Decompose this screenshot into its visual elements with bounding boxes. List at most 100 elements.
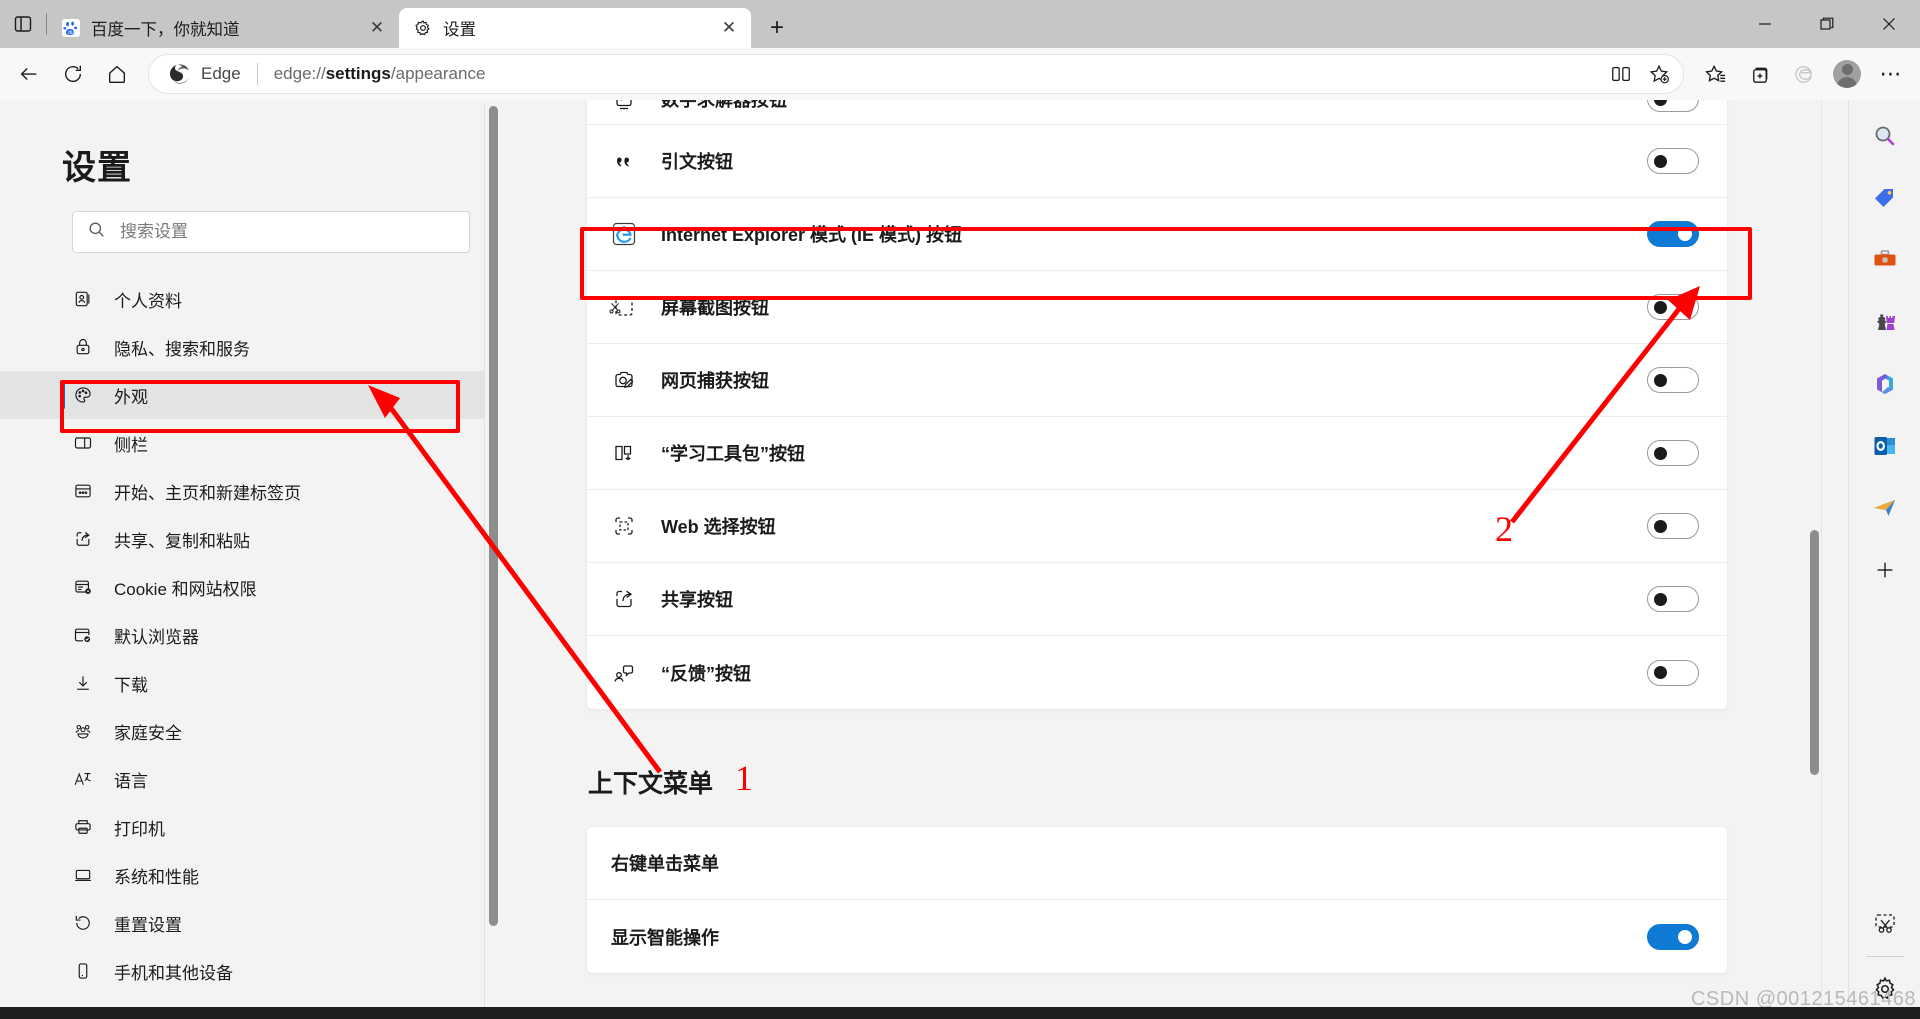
reset-icon bbox=[72, 912, 94, 934]
toggle-ie-mode[interactable] bbox=[1647, 221, 1699, 247]
sidebar-item-default-browser[interactable]: 默认浏览器 bbox=[0, 611, 500, 659]
sidebar-item-label: 共享、复制和粘贴 bbox=[114, 527, 250, 552]
outlook-icon[interactable] bbox=[1865, 426, 1905, 466]
tab-title: 设置 bbox=[443, 16, 705, 40]
sidebar-item-downloads[interactable]: 下载 bbox=[0, 659, 500, 707]
toggle-share[interactable] bbox=[1647, 586, 1699, 612]
bottom-strip bbox=[0, 1007, 1920, 1019]
screenshot-icon[interactable] bbox=[1865, 904, 1905, 944]
row-label: 网页捕获按钮 bbox=[661, 367, 769, 393]
toggle-citation[interactable] bbox=[1647, 148, 1699, 174]
edge-logo-icon bbox=[167, 61, 193, 87]
sidebar-item-label: 打印机 bbox=[114, 815, 165, 840]
web-capture-icon bbox=[611, 367, 637, 393]
browser-toolbar: Edge edge://settings/appearance bbox=[0, 48, 1920, 100]
row-label: Internet Explorer 模式 (IE 模式) 按钮 bbox=[661, 221, 962, 247]
main-scrollbar[interactable] bbox=[1808, 100, 1822, 1019]
games-icon[interactable] bbox=[1865, 302, 1905, 342]
row-label: 共享按钮 bbox=[661, 586, 733, 612]
sidebar-item-printers[interactable]: 打印机 bbox=[0, 803, 500, 851]
omnibox-brand-label: Edge bbox=[201, 64, 241, 84]
ie-mode-icon[interactable] bbox=[1782, 53, 1824, 95]
sidebar-item-reset-settings[interactable]: 重置设置 bbox=[0, 899, 500, 947]
sidebar-icon bbox=[72, 432, 94, 454]
close-icon[interactable]: ✕ bbox=[363, 14, 391, 42]
toggle-learning-tools[interactable] bbox=[1647, 440, 1699, 466]
toggle-math-solver[interactable] bbox=[1647, 100, 1699, 112]
microsoft365-icon[interactable] bbox=[1865, 364, 1905, 404]
share-icon bbox=[72, 528, 94, 550]
search-input[interactable] bbox=[120, 222, 455, 242]
row-learning-tools: “学习工具包”按钮 bbox=[587, 417, 1727, 490]
maximize-button[interactable] bbox=[1796, 0, 1858, 48]
sidebar-item-label: 家庭安全 bbox=[114, 719, 182, 744]
send-icon[interactable] bbox=[1865, 488, 1905, 528]
main-scrollbar-thumb[interactable] bbox=[1810, 530, 1819, 775]
gear-icon bbox=[413, 18, 433, 38]
add-icon[interactable] bbox=[1865, 550, 1905, 590]
toggle-feedback[interactable] bbox=[1647, 660, 1699, 686]
row-screenshot: 屏幕截图按钮 bbox=[587, 271, 1727, 344]
add-favorite-icon[interactable] bbox=[1641, 56, 1677, 92]
cookie-icon bbox=[72, 576, 94, 598]
close-icon[interactable]: ✕ bbox=[715, 14, 743, 42]
browser-window: du 百度一下，你就知道 ✕ 设置 ✕ + bbox=[0, 0, 1920, 1019]
sidebar-item-profile[interactable]: 个人资料 bbox=[0, 275, 500, 323]
sidebar-scrollbar-thumb[interactable] bbox=[489, 106, 498, 926]
close-button[interactable] bbox=[1858, 0, 1920, 48]
favorites-icon[interactable] bbox=[1694, 53, 1736, 95]
settings-nav-list: 个人资料 隐私、搜索和服务 bbox=[0, 275, 500, 995]
sidebar-item-phone-other-devices[interactable]: 手机和其他设备 bbox=[0, 947, 500, 995]
more-options-button[interactable]: ⋯ bbox=[1870, 53, 1912, 95]
sidebar-item-label: 个人资料 bbox=[114, 287, 182, 312]
minimize-button[interactable] bbox=[1734, 0, 1796, 48]
shopping-tag-icon[interactable] bbox=[1865, 178, 1905, 218]
tools-icon[interactable] bbox=[1865, 240, 1905, 280]
sidebar-item-sidebar[interactable]: 侧栏 bbox=[0, 419, 500, 467]
default-browser-icon bbox=[72, 624, 94, 646]
toggle-web-capture[interactable] bbox=[1647, 367, 1699, 393]
sidebar-item-appearance[interactable]: 外观 bbox=[0, 371, 500, 419]
toggle-web-select[interactable] bbox=[1647, 513, 1699, 539]
profile-avatar[interactable] bbox=[1826, 53, 1868, 95]
sidebar-item-cookies[interactable]: Cookie 和网站权限 bbox=[0, 563, 500, 611]
sidebar-item-privacy[interactable]: 隐私、搜索和服务 bbox=[0, 323, 500, 371]
avatar bbox=[1833, 60, 1861, 88]
share-icon bbox=[611, 586, 637, 612]
back-button[interactable] bbox=[8, 53, 50, 95]
tab-title: 百度一下，你就知道 bbox=[91, 16, 353, 40]
row-label: Web 选择按钮 bbox=[661, 513, 776, 539]
screenshot-icon bbox=[611, 294, 637, 320]
row-right-click-menu[interactable]: 右键单击菜单 bbox=[587, 827, 1727, 900]
baidu-icon: du bbox=[61, 18, 81, 38]
toggle-screenshot[interactable] bbox=[1647, 294, 1699, 320]
home-button[interactable] bbox=[96, 53, 138, 95]
search-icon bbox=[87, 220, 106, 244]
tab-actions-button[interactable] bbox=[0, 0, 46, 48]
tab-baidu[interactable]: du 百度一下，你就知道 ✕ bbox=[47, 8, 399, 48]
content-area: 设置 个人资料 bbox=[0, 100, 1920, 1019]
collections-icon[interactable] bbox=[1738, 53, 1780, 95]
search-settings-box[interactable] bbox=[72, 211, 470, 253]
row-ie-mode: Internet Explorer 模式 (IE 模式) 按钮 bbox=[587, 198, 1727, 271]
row-share: 共享按钮 bbox=[587, 563, 1727, 636]
split-screen-icon[interactable] bbox=[1603, 56, 1639, 92]
tab-settings[interactable]: 设置 ✕ bbox=[399, 8, 751, 48]
search-icon[interactable] bbox=[1865, 116, 1905, 156]
sidebar-item-languages[interactable]: 语言 bbox=[0, 755, 500, 803]
sidebar-scrollbar[interactable] bbox=[484, 104, 500, 1019]
address-bar[interactable]: Edge edge://settings/appearance bbox=[148, 54, 1684, 94]
citation-icon bbox=[611, 148, 637, 174]
settings-sidebar: 设置 个人资料 bbox=[0, 100, 500, 1019]
new-tab-button[interactable]: + bbox=[757, 8, 797, 48]
refresh-button[interactable] bbox=[52, 53, 94, 95]
sidebar-item-label: 默认浏览器 bbox=[114, 623, 199, 648]
toolbar-right-actions: ⋯ bbox=[1694, 53, 1912, 95]
sidebar-item-family-safety[interactable]: 家庭安全 bbox=[0, 707, 500, 755]
sidebar-item-share-copy-paste[interactable]: 共享、复制和粘贴 bbox=[0, 515, 500, 563]
sidebar-item-start-home-newtab[interactable]: 开始、主页和新建标签页 bbox=[0, 467, 500, 515]
toggle-show-smart-actions[interactable] bbox=[1647, 924, 1699, 950]
sidebar-item-system-performance[interactable]: 系统和性能 bbox=[0, 851, 500, 899]
family-icon bbox=[72, 720, 94, 742]
learning-tools-icon bbox=[611, 440, 637, 466]
